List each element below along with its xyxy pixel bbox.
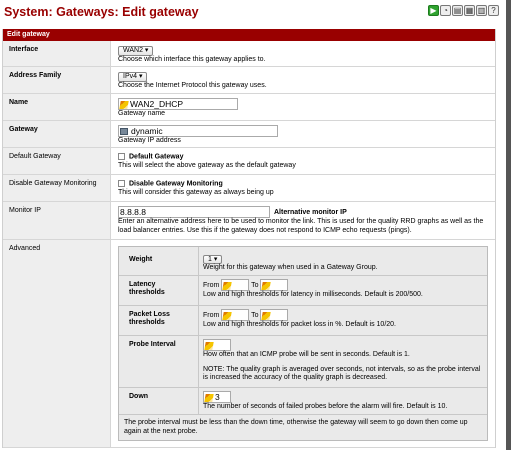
monitor-ip-input[interactable]: 8.8.8.8 (118, 206, 270, 218)
interface-row: Interface WAN2 ▾ Choose which interface … (3, 41, 495, 67)
page-header: System: Gateways: Edit gateway ▶ ◔ ▤ ▦ ▥… (0, 0, 505, 25)
latency-label: Latency thresholds (119, 276, 199, 305)
probe-interval-row: Probe Interval How often that an ICMP pr… (119, 336, 487, 388)
section-header: Edit gateway (3, 29, 495, 41)
name-value: WAN2_DHCP (130, 99, 184, 109)
pencil-icon (119, 100, 129, 109)
advanced-label: Advanced (3, 240, 111, 447)
name-help: Gateway name (118, 110, 166, 117)
pencil-icon (222, 311, 233, 320)
address-family-label: Address Family (3, 67, 111, 93)
interface-value: WAN2 (123, 47, 143, 54)
pencil-icon (261, 281, 272, 290)
scrollbar[interactable] (506, 0, 511, 450)
gateway-input[interactable]: dynamic (118, 125, 278, 137)
packet-loss-high-input[interactable] (260, 309, 289, 321)
advanced-footer-note: The probe interval must be less than the… (124, 419, 468, 435)
address-family-value: IPv4 (123, 73, 138, 80)
chart-icon[interactable]: ▤ (452, 5, 463, 16)
default-gateway-row: Default Gateway Default Gateway This wil… (3, 148, 495, 175)
interface-select[interactable]: WAN2 ▾ (118, 46, 154, 56)
monitor-ip-label: Monitor IP (3, 202, 111, 239)
pencil-icon (222, 281, 233, 290)
monitor-ip-row: Monitor IP 8.8.8.8 Alternative monitor IP… (3, 202, 495, 240)
probe-interval-input[interactable] (203, 339, 231, 351)
advanced-row: Advanced Weight 1 ▾ Weight for this gate… (3, 240, 495, 448)
gateway-row: Gateway dynamic Gateway IP address (3, 121, 495, 148)
interface-help: Choose which interface this gateway appl… (118, 56, 266, 63)
advanced-panel: Weight 1 ▾ Weight for this gateway when … (118, 246, 488, 441)
down-help: The number of seconds of failed probes b… (203, 403, 448, 410)
interface-label: Interface (3, 41, 111, 66)
status-icon[interactable]: ◔ (440, 5, 451, 16)
list-icon[interactable]: ▥ (476, 5, 487, 16)
address-family-select[interactable]: IPv4 ▾ (118, 72, 148, 82)
name-label: Name (3, 94, 111, 120)
weight-row: Weight 1 ▾ Weight for this gateway when … (119, 247, 487, 276)
pencil-icon (204, 341, 214, 350)
pencil-icon (204, 393, 214, 402)
default-gateway-help: This will select the above gateway as th… (118, 161, 296, 169)
address-family-help: Choose the Internet Protocol this gatewa… (118, 82, 267, 89)
latency-high-input[interactable] (260, 279, 289, 291)
default-gateway-checkbox[interactable] (118, 153, 125, 160)
default-gateway-checkbox-label: Default Gateway (129, 153, 184, 161)
packet-loss-from-label: From (203, 311, 220, 319)
disable-monitoring-checkbox-label: Disable Gateway Monitoring (129, 180, 223, 188)
packet-loss-row: Packet Loss thresholds From To Low and h… (119, 306, 487, 336)
weight-value: 1 (208, 256, 212, 263)
weight-label: Weight (119, 247, 199, 275)
down-input[interactable]: 3 (203, 391, 231, 403)
disable-monitoring-label: Disable Gateway Monitoring (3, 175, 111, 201)
disable-monitoring-help: This will consider this gateway as alway… (118, 188, 274, 196)
address-family-row: Address Family IPv4 ▾ Choose the Interne… (3, 67, 495, 94)
header-icons: ▶ ◔ ▤ ▦ ▥ ? (428, 5, 499, 16)
latency-to-label: To (251, 281, 259, 289)
latency-low-input[interactable] (221, 279, 250, 291)
down-value: 3 (215, 392, 220, 402)
name-input[interactable]: WAN2_DHCP (118, 98, 238, 110)
down-label: Down (119, 388, 199, 414)
probe-interval-help: How often that an ICMP probe will be sen… (203, 351, 410, 358)
latency-row: Latency thresholds From To Low and high … (119, 276, 487, 306)
latency-from-label: From (203, 281, 220, 289)
down-row: Down 3 The number of seconds of failed p… (119, 388, 487, 415)
weight-help: Weight for this gateway when used in a G… (203, 264, 378, 271)
pencil-icon (261, 311, 272, 320)
log-icon[interactable]: ▦ (464, 5, 475, 16)
disable-monitoring-checkbox[interactable] (118, 180, 125, 187)
latency-help: Low and high thresholds for latency in m… (203, 291, 423, 298)
packet-loss-to-label: To (251, 311, 259, 319)
play-icon[interactable]: ▶ (428, 5, 439, 16)
edit-gateway-table: Edit gateway Interface WAN2 ▾ Choose whi… (2, 29, 496, 448)
name-row: Name WAN2_DHCP Gateway name (3, 94, 495, 121)
help-icon[interactable]: ? (488, 5, 499, 16)
probe-interval-label: Probe Interval (119, 336, 199, 387)
gateway-value: dynamic (131, 126, 163, 136)
packet-loss-low-input[interactable] (221, 309, 250, 321)
monitor-ip-side-label: Alternative monitor IP (274, 208, 347, 216)
page: System: Gateways: Edit gateway ▶ ◔ ▤ ▦ ▥… (0, 0, 511, 450)
packet-loss-help: Low and high thresholds for packet loss … (203, 321, 396, 328)
page-title: System: Gateways: Edit gateway (4, 5, 199, 19)
probe-interval-note: NOTE: The quality graph is averaged over… (203, 366, 481, 381)
gateway-help: Gateway IP address (118, 137, 181, 144)
disable-monitoring-row: Disable Gateway Monitoring Disable Gatew… (3, 175, 495, 202)
gateway-label: Gateway (3, 121, 111, 147)
network-icon (120, 128, 128, 136)
packet-loss-label: Packet Loss thresholds (119, 306, 199, 335)
monitor-ip-help: Enter an alternative address here to be … (118, 218, 484, 234)
weight-select[interactable]: 1 ▾ (203, 255, 223, 264)
default-gateway-label: Default Gateway (3, 148, 111, 174)
